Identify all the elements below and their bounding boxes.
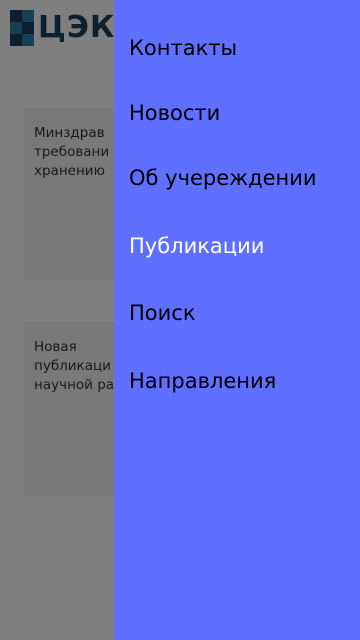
menu-item-search[interactable]: Поиск <box>129 299 196 327</box>
app-screen: ЦЭККМ Минздрав требовани хранению Новая … <box>0 0 360 640</box>
menu-item-directions[interactable]: Направления <box>129 367 276 395</box>
menu-item-news[interactable]: Новости <box>129 99 220 127</box>
navigation-drawer: Контакты Новости Об учереждении Публикац… <box>114 0 360 640</box>
menu-item-about[interactable]: Об учереждении <box>129 164 317 192</box>
menu-item-publications[interactable]: Публикации <box>129 232 264 260</box>
menu-item-contacts[interactable]: Контакты <box>129 34 237 62</box>
